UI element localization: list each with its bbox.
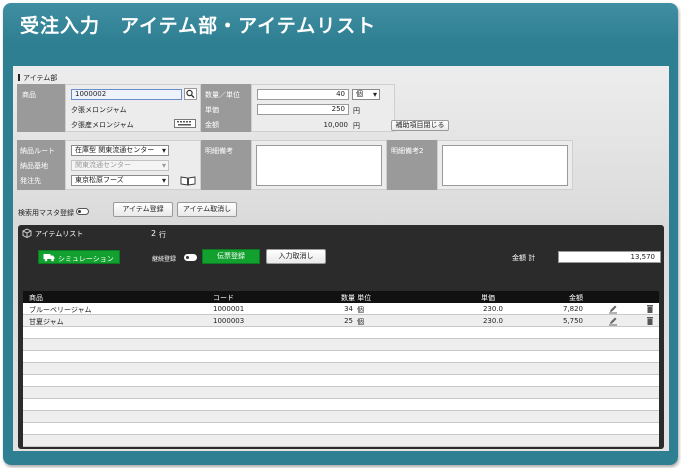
col-code: コード: [213, 294, 234, 302]
cell-unit: 個: [357, 318, 364, 326]
col-amount: 金額: [569, 294, 583, 302]
order-to-select[interactable]: 東京松原フーズ: [71, 175, 169, 186]
cell-amount: 7,820: [562, 305, 583, 313]
search-master-label: 検索用マスタ登録: [18, 209, 74, 217]
total-label: 金額 計: [512, 254, 536, 262]
col-qty-unit: 数量 単位: [341, 294, 372, 302]
cell-qty: 25: [344, 317, 353, 325]
note2-label-cell: 明細備考2: [387, 140, 437, 190]
product-name-2: 夕張産メロンジャム: [71, 121, 134, 129]
qty-input[interactable]: 40: [257, 89, 349, 100]
keyboard-icon: [177, 121, 191, 126]
cube-icon: [22, 228, 32, 238]
truck-icon: [43, 254, 55, 262]
note2-value-cell: [437, 140, 573, 190]
product-value-cell: 1000002 夕張メロンジャム 夕張産メロンジャム: [65, 84, 201, 132]
cell-amount: 5,750: [562, 317, 583, 325]
cell-code: 1000001: [213, 305, 245, 313]
note-label: 明細備考: [205, 147, 233, 155]
row-count: 2: [151, 229, 157, 238]
route-label-cell: 納品ルート 納品基地 発注先: [17, 140, 65, 190]
cell-unit: 個: [357, 306, 364, 314]
order-to-label: 発注先: [20, 177, 41, 185]
qty-unit-label: 数量／単位: [205, 91, 240, 99]
table-row-empty: [23, 399, 659, 411]
continue-register-toggle[interactable]: [184, 254, 197, 261]
qty-value-cell: 40 個 250 円 10,000 円: [251, 84, 395, 132]
table-row-empty: [23, 375, 659, 387]
cell-unit-price: 230.0: [482, 305, 503, 313]
delivery-route-select[interactable]: 在庫型 関東流通センター: [71, 145, 169, 156]
slip-register-button[interactable]: 伝票登録: [202, 249, 260, 264]
product-name-1: 夕張メロンジャム: [71, 106, 127, 114]
table-row-empty: [23, 327, 659, 339]
row-count-suffix: 行: [159, 231, 166, 239]
simulation-button[interactable]: シミュレーション: [38, 250, 120, 264]
note2-label: 明細備考2: [391, 147, 424, 155]
edit-icon[interactable]: [608, 316, 618, 326]
edit-icon[interactable]: [608, 304, 618, 314]
trash-icon[interactable]: [645, 304, 655, 314]
table-row-empty: [23, 351, 659, 363]
main-panel: アイテム部 商品 1000002 夕張メロンジャム 夕張産メロンジャム 数量／単…: [13, 66, 669, 451]
cell-product: ブルーベリージャム: [29, 306, 92, 314]
order-to-lookup-button[interactable]: [180, 175, 196, 186]
search-icon: [186, 89, 195, 99]
delivery-base-label: 納品基地: [20, 162, 48, 170]
item-form: 商品 1000002 夕張メロンジャム 夕張産メロンジャム 数量／単位 単価 金…: [17, 84, 579, 204]
note2-textarea[interactable]: [442, 145, 568, 186]
simulation-button-label: シミュレーション: [58, 255, 114, 263]
search-master-toggle[interactable]: [76, 208, 89, 215]
item-register-button[interactable]: アイテム登録: [113, 202, 173, 217]
continue-register-label: 継続登録: [152, 256, 177, 263]
unit-price-input[interactable]: 250: [257, 104, 349, 115]
product-label-cell: 商品: [17, 84, 65, 132]
cell-unit-price: 230.0: [482, 317, 503, 325]
cell-qty: 34: [344, 305, 353, 313]
unit-price-label: 単価: [205, 106, 219, 114]
table-row-empty: [23, 435, 659, 447]
total-value: 13,570: [558, 251, 661, 263]
col-product: 商品: [29, 294, 43, 302]
input-cancel-button[interactable]: 入力取消し: [266, 249, 326, 264]
app-window: 受注入力 アイテム部・アイテムリスト アイテム部 商品 1000002 夕張メロ…: [3, 3, 678, 465]
delivery-base-select[interactable]: 関東流通センター: [71, 160, 169, 171]
item-table: 商品 コード 数量 単位 単価 金額 ブルーベリージャム 1000001 34 …: [23, 291, 659, 447]
table-row-empty: [23, 387, 659, 399]
unit-price-suffix: 円: [353, 107, 360, 115]
qty-label-cell: 数量／単位 単価 金額: [201, 84, 251, 132]
amount-suffix: 円: [353, 122, 360, 130]
note-value-cell: [251, 140, 387, 190]
amount-label: 金額: [205, 121, 219, 129]
unit-select[interactable]: 個: [352, 89, 380, 100]
item-list-label: アイテムリスト: [35, 230, 84, 238]
amount-value: 10,000: [323, 121, 349, 129]
table-row-empty: [23, 411, 659, 423]
col-unit-price: 単価: [481, 294, 495, 302]
note-textarea[interactable]: [256, 145, 382, 186]
table-row-empty: [23, 363, 659, 375]
table-row[interactable]: ブルーベリージャム 1000001 34 個 230.0 7,820: [23, 303, 659, 315]
table-row[interactable]: 甘夏ジャム 1000003 25 個 230.0 5,750: [23, 315, 659, 327]
keyboard-button[interactable]: [174, 119, 196, 128]
trash-icon[interactable]: [645, 316, 655, 326]
product-search-button[interactable]: [184, 88, 197, 100]
delivery-route-label: 納品ルート: [20, 147, 55, 155]
note-label-cell: 明細備考: [201, 140, 251, 190]
item-cancel-button[interactable]: アイテム取消し: [177, 202, 237, 217]
table-header: 商品 コード 数量 単位 単価 金額: [23, 291, 659, 303]
table-row-empty: [23, 339, 659, 351]
route-value-cell: 在庫型 関東流通センター 関東流通センター 東京松原フーズ: [65, 140, 201, 190]
product-code-input[interactable]: 1000002: [71, 89, 182, 100]
cell-product: 甘夏ジャム: [29, 318, 64, 326]
book-icon: [180, 176, 196, 186]
item-section-label: アイテム部: [18, 73, 57, 83]
item-list-panel: アイテムリスト 2 行 シミュレーション 継続登録 伝票登録 入力取消し 金額 …: [18, 225, 664, 449]
table-row-empty: [23, 423, 659, 435]
close-aux-button[interactable]: 補助項目閉じる: [391, 120, 449, 131]
page-title: 受注入力 アイテム部・アイテムリスト: [20, 15, 377, 37]
product-label: 商品: [22, 91, 36, 99]
cell-code: 1000003: [213, 317, 245, 325]
